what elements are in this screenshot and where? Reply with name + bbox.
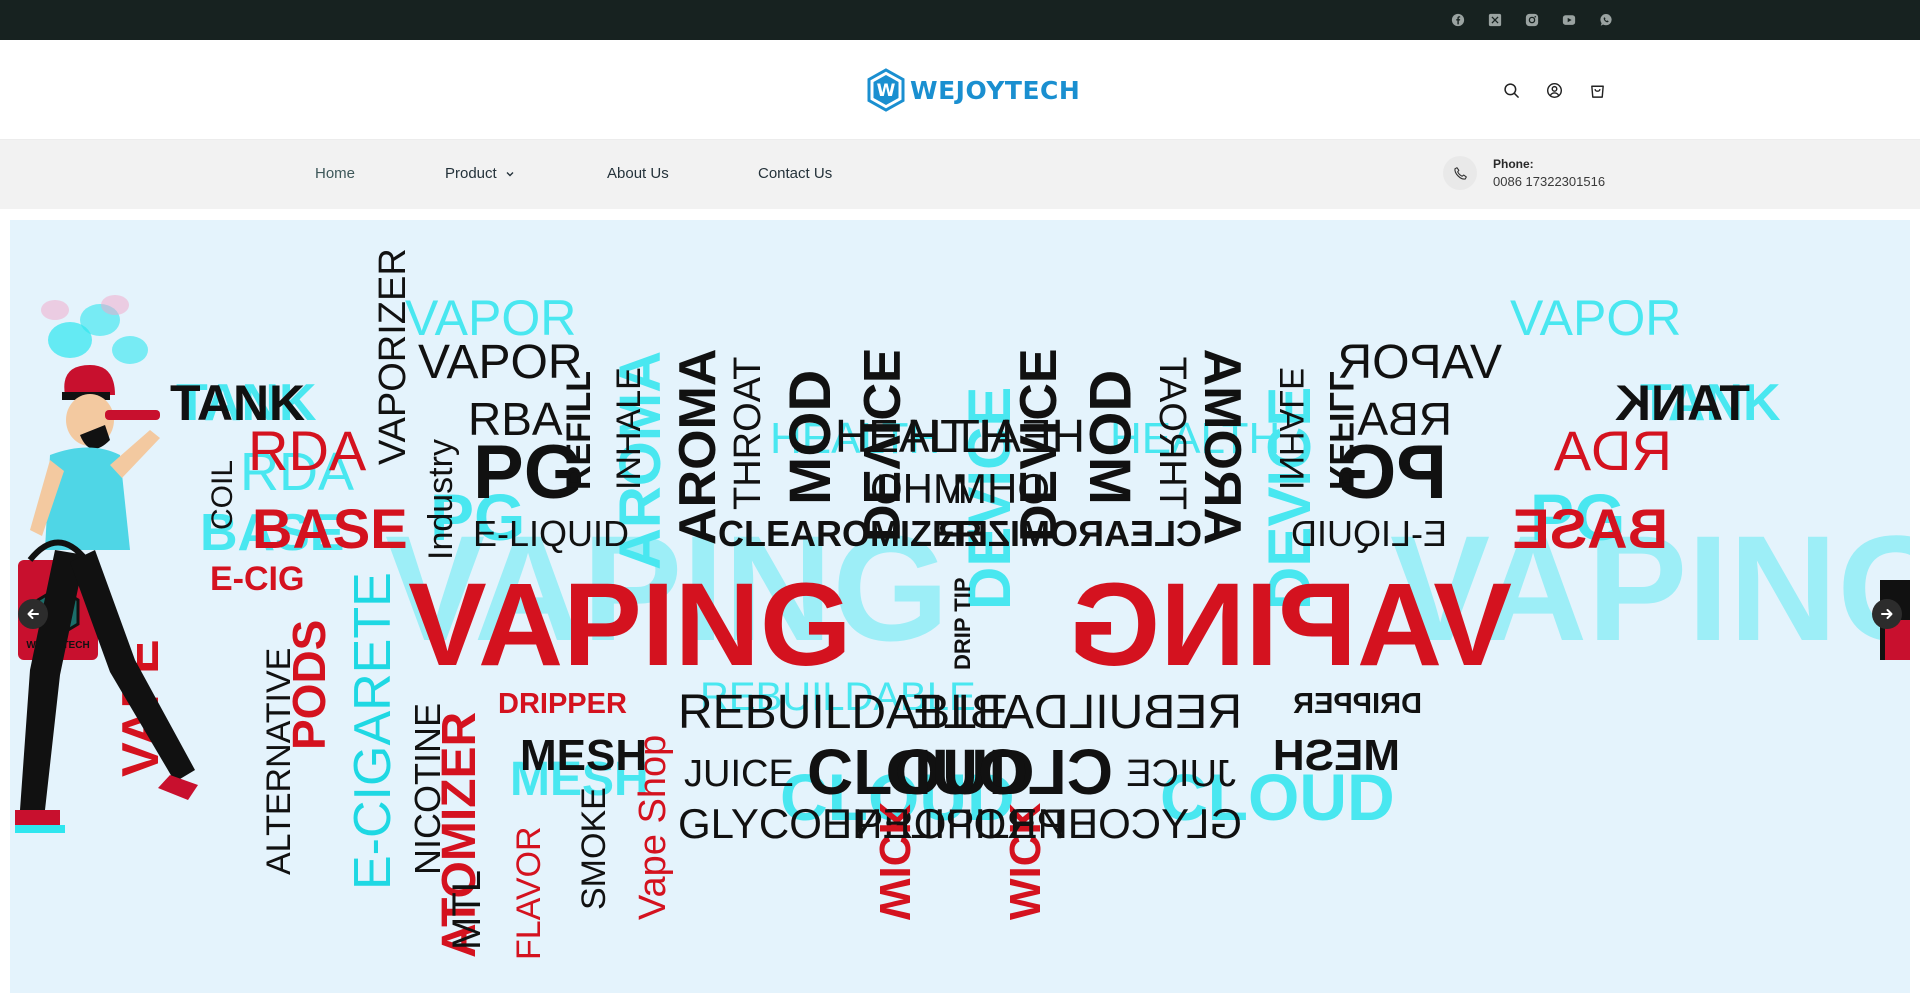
arrow-right-icon [1881, 609, 1893, 619]
svg-text:INHALE: INHALE [1272, 367, 1310, 490]
youtube-icon[interactable] [1561, 12, 1577, 28]
svg-text:REFILL: REFILL [560, 371, 598, 490]
svg-text:TANK: TANK [1615, 375, 1750, 431]
svg-text:THROAT: THROAT [1151, 357, 1193, 510]
svg-text:DEVICE: DEVICE [852, 348, 910, 542]
svg-text:VAPING: VAPING [1068, 559, 1512, 691]
svg-text:REBUILDABLE: REBUILDABLE [911, 686, 1242, 739]
chevron-down-icon [506, 171, 514, 176]
svg-text:JUICE: JUICE [1126, 753, 1236, 795]
svg-text:MOD: MOD [778, 370, 843, 505]
slider-prev-button[interactable] [18, 599, 48, 629]
svg-text:E-LIQUID: E-LIQUID [1291, 513, 1447, 554]
arrow-left-icon [27, 609, 39, 619]
svg-text:AROMA: AROMA [1193, 349, 1251, 545]
svg-text:MESH: MESH [520, 731, 647, 780]
svg-text:BASE: BASE [1512, 497, 1668, 560]
svg-text:GLYCOL PROPILENE: GLYCOL PROPILENE [824, 800, 1242, 847]
svg-text:VAPOR: VAPOR [418, 336, 582, 389]
top-bar [0, 0, 1920, 40]
svg-text:MTL: MTL [445, 870, 489, 950]
svg-text:VAPING: VAPING [408, 559, 852, 691]
hero-slider: TANK RDA BASE PG VAPOR VAPING CLOUD MESH… [10, 220, 1910, 993]
shopping-cart-icon[interactable] [1587, 80, 1607, 100]
logo-hexagon-mark: W [867, 68, 905, 112]
svg-text:BASE: BASE [252, 497, 408, 560]
user-account-icon[interactable] [1544, 80, 1564, 100]
whatsapp-icon[interactable] [1598, 12, 1614, 28]
social-links [1450, 12, 1614, 28]
svg-text:SMOKE: SMOKE [575, 787, 613, 910]
facebook-icon[interactable] [1450, 12, 1466, 28]
nav-item-label: Home [315, 165, 356, 182]
svg-text:INHALE: INHALE [610, 367, 648, 490]
hero-banner-image: TANK RDA BASE PG VAPOR VAPING CLOUD MESH… [15, 248, 1910, 960]
svg-text:DRIPPER: DRIPPER [498, 688, 627, 720]
svg-text:VAPOR: VAPOR [1510, 290, 1681, 346]
brand-logo[interactable]: W WEJOYTECH [866, 68, 1080, 112]
x-twitter-icon[interactable] [1487, 12, 1503, 28]
svg-text:E-CIG: E-CIG [210, 560, 304, 598]
svg-text:DRIPPER: DRIPPER [1293, 688, 1422, 720]
nav-item-home[interactable]: Home [315, 165, 355, 182]
svg-text:AROMA: AROMA [669, 349, 727, 545]
svg-text:ALTERNATIVE: ALTERNATIVE [260, 648, 298, 875]
search-icon[interactable] [1501, 80, 1521, 100]
nav-item-label: Product [445, 165, 497, 182]
phone-label: Phone: [1493, 157, 1534, 171]
site-header: W WEJOYTECH [0, 40, 1920, 140]
svg-text:THROAT: THROAT [727, 357, 769, 510]
svg-text:FLAVOR: FLAVOR [510, 826, 548, 960]
svg-text:E-CIGARETE: E-CIGARETE [344, 572, 402, 890]
svg-text:W: W [877, 81, 896, 101]
svg-text:HEALTH: HEALTH [907, 410, 1085, 462]
svg-text:COIL: COIL [206, 460, 239, 530]
svg-text:MOD: MOD [1077, 370, 1142, 505]
svg-text:MESH: MESH [1273, 731, 1400, 780]
nav-item-about-us[interactable]: About Us [607, 165, 669, 182]
slider-next-button[interactable] [1872, 599, 1902, 629]
phone-contact: Phone: 0086 17322301516 [1443, 156, 1605, 190]
phone-number[interactable]: 0086 17322301516 [1493, 174, 1605, 189]
svg-text:TANK: TANK [170, 375, 305, 431]
nav-item-label: About Us [607, 165, 669, 182]
header-actions [1501, 80, 1607, 100]
nav-item-contact-us[interactable]: Contact Us [758, 165, 832, 182]
phone-icon [1443, 156, 1477, 190]
svg-text:NICOTINE: NICOTINE [407, 703, 448, 875]
svg-text:REFILL: REFILL [1322, 371, 1360, 490]
svg-text:CLOUD: CLOUD [885, 736, 1113, 808]
nav-item-product[interactable]: Product [445, 165, 515, 182]
svg-text:VAPORIZER: VAPORIZER [372, 248, 414, 465]
svg-text:JUICE: JUICE [684, 753, 794, 795]
instagram-icon[interactable] [1524, 12, 1540, 28]
svg-text:OHM: OHM [952, 465, 1050, 512]
svg-text:E-LIQUID: E-LIQUID [473, 513, 629, 554]
svg-text:Industry: Industry [422, 439, 460, 560]
svg-text:DRIP TIP: DRIP TIP [950, 577, 975, 670]
main-navigation: Home Product About Us Contact Us Phone: … [0, 140, 1920, 209]
svg-text:CLEAROMIZER: CLEAROMIZER [938, 513, 1202, 554]
logo-text: WEJOYTECH [910, 75, 1081, 105]
svg-text:VAPOR: VAPOR [1338, 336, 1502, 389]
nav-item-label: Contact Us [758, 165, 833, 182]
